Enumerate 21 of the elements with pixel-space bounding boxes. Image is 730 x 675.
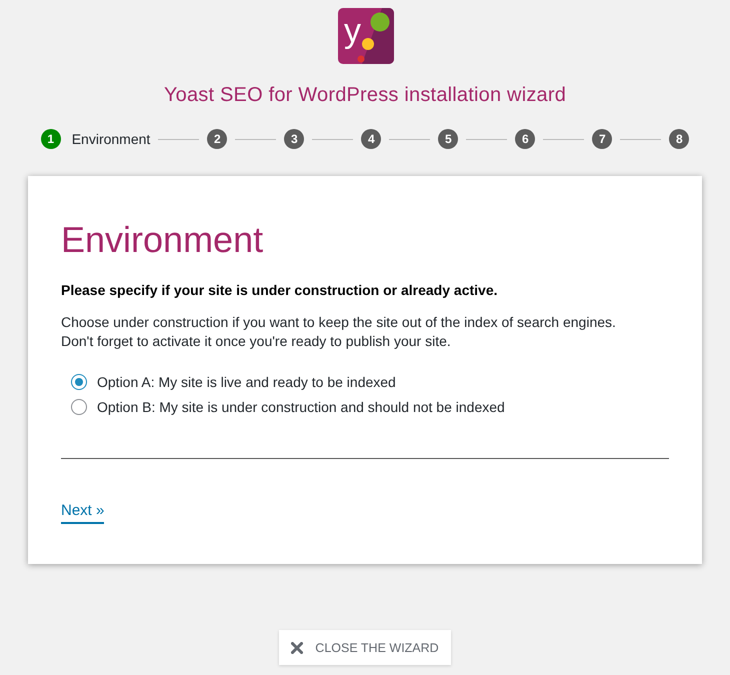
step-heading: Environment bbox=[61, 218, 264, 262]
step-number[interactable]: 8 bbox=[669, 129, 690, 149]
radio-button[interactable] bbox=[71, 398, 87, 414]
step-number[interactable]: 6 bbox=[515, 129, 536, 149]
option-label[interactable]: Option B: My site is under construction and should not be indexed bbox=[97, 398, 505, 414]
step-number[interactable]: 5 bbox=[438, 129, 458, 149]
wizard-title: Yoast SEO for WordPress installation wizard bbox=[164, 83, 566, 108]
step-number[interactable]: 7 bbox=[592, 129, 612, 149]
step-number[interactable]: 1 bbox=[40, 129, 61, 149]
description-text: Choose under construction if you want to keep the site out of the index of search engines. Don't forget to activate it once you're ready to publish your site. bbox=[61, 313, 617, 351]
step-number[interactable]: 3 bbox=[284, 129, 304, 149]
close-icon bbox=[291, 642, 304, 654]
logo-icon: y bbox=[338, 8, 394, 64]
step-number[interactable]: 2 bbox=[207, 129, 228, 149]
next-link[interactable]: Next » bbox=[61, 501, 104, 524]
close-wizard-button[interactable]: CLOSE THE WIZARD bbox=[279, 630, 451, 665]
radio-button[interactable] bbox=[71, 374, 87, 390]
step-number[interactable]: 4 bbox=[361, 129, 382, 149]
question-text: Please specify if your site is under construction or already active. bbox=[61, 281, 498, 300]
step-label: Environment bbox=[72, 131, 150, 147]
option-label[interactable]: Option A: My site is live and ready to be indexed bbox=[97, 374, 396, 390]
